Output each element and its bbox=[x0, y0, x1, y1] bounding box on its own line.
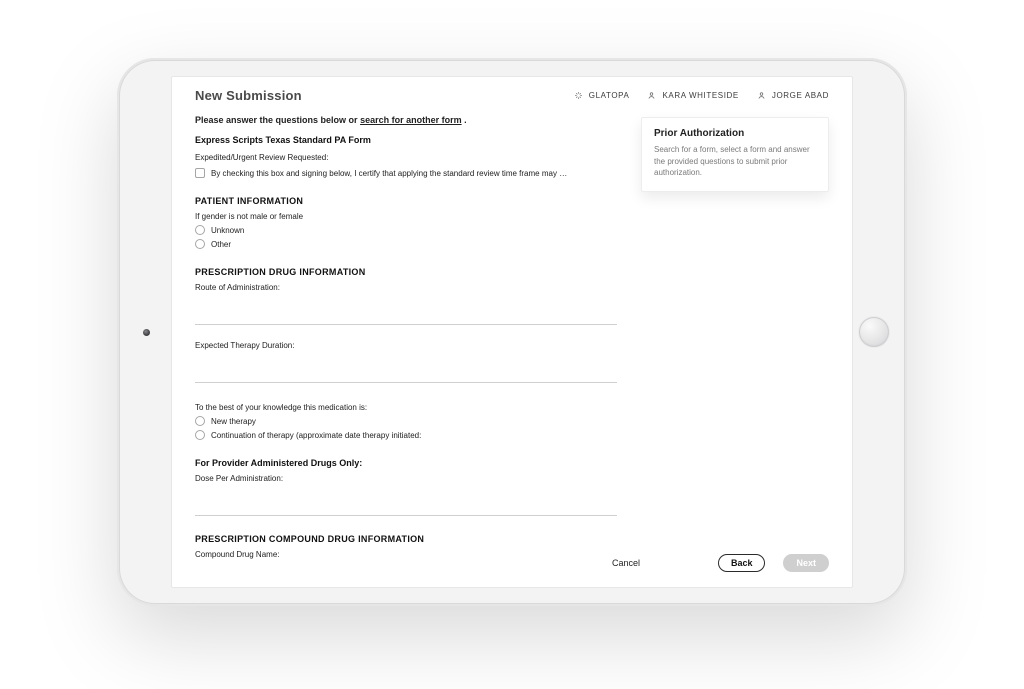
header-chip-member[interactable]: KARA WHITESIDE bbox=[647, 91, 738, 100]
expedited-checkbox-row[interactable]: By checking this box and signing below, … bbox=[195, 168, 617, 178]
dose-label: Dose Per Administration: bbox=[195, 474, 617, 483]
intro-line: Please answer the questions below or sea… bbox=[195, 115, 617, 125]
form-area: Please answer the questions below or sea… bbox=[195, 109, 617, 542]
radio-input[interactable] bbox=[195, 416, 205, 426]
medication-is-options: New therapy Continuation of therapy (app… bbox=[195, 416, 617, 440]
app-screen: New Submission GLATOPA bbox=[171, 76, 853, 588]
intro-prefix: Please answer the questions below or bbox=[195, 115, 360, 125]
tablet-device: New Submission GLATOPA bbox=[117, 58, 907, 606]
footer-actions: Cancel Back Next bbox=[171, 542, 853, 588]
user-icon bbox=[757, 91, 766, 100]
sparkle-icon bbox=[574, 91, 583, 100]
medication-is-option-new[interactable]: New therapy bbox=[195, 416, 617, 426]
medication-is-label: To the best of your knowledge this medic… bbox=[195, 403, 617, 412]
dose-input[interactable] bbox=[195, 505, 617, 516]
option-label: Other bbox=[211, 240, 231, 249]
side-card-title: Prior Authorization bbox=[654, 128, 816, 139]
header-chips: GLATOPA KARA WHITESIDE bbox=[574, 91, 829, 100]
duration-input[interactable] bbox=[195, 372, 617, 383]
expedited-checkbox[interactable] bbox=[195, 168, 205, 178]
option-label: Continuation of therapy (approximate dat… bbox=[211, 431, 421, 440]
intro-suffix: . bbox=[462, 115, 467, 125]
form-title: Express Scripts Texas Standard PA Form bbox=[195, 135, 617, 145]
prior-authorization-card: Prior Authorization Search for a form, s… bbox=[641, 117, 829, 192]
option-label: New therapy bbox=[211, 417, 256, 426]
radio-input[interactable] bbox=[195, 239, 205, 249]
next-button[interactable]: Next bbox=[783, 554, 829, 572]
side-card-text: Search for a form, select a form and ans… bbox=[654, 144, 816, 179]
medication-is-option-continuation[interactable]: Continuation of therapy (approximate dat… bbox=[195, 430, 617, 440]
header-chip-label: GLATOPA bbox=[589, 91, 630, 100]
header-chip-label: KARA WHITESIDE bbox=[662, 91, 738, 100]
section-rx-info: PRESCRIPTION DRUG INFORMATION bbox=[195, 267, 617, 277]
route-label: Route of Administration: bbox=[195, 283, 617, 292]
header-chip-drug[interactable]: GLATOPA bbox=[574, 91, 630, 100]
provider-admin-heading: For Provider Administered Drugs Only: bbox=[195, 458, 617, 468]
tablet-camera bbox=[143, 329, 150, 336]
tablet-home-button[interactable] bbox=[859, 317, 889, 347]
gender-option-other[interactable]: Other bbox=[195, 239, 617, 249]
option-label: Unknown bbox=[211, 226, 244, 235]
expedited-checkbox-text: By checking this box and signing below, … bbox=[211, 169, 571, 178]
app-header: New Submission GLATOPA bbox=[171, 76, 853, 103]
search-another-form-link[interactable]: search for another form bbox=[360, 115, 462, 125]
cancel-link[interactable]: Cancel bbox=[612, 558, 640, 568]
expedited-label: Expedited/Urgent Review Requested: bbox=[195, 153, 617, 162]
gender-option-unknown[interactable]: Unknown bbox=[195, 225, 617, 235]
header-chip-provider[interactable]: JORGE ABAD bbox=[757, 91, 829, 100]
radio-input[interactable] bbox=[195, 430, 205, 440]
duration-label: Expected Therapy Duration: bbox=[195, 341, 617, 350]
page-title: New Submission bbox=[195, 88, 302, 103]
gender-question-label: If gender is not male or female bbox=[195, 212, 617, 221]
header-chip-label: JORGE ABAD bbox=[772, 91, 829, 100]
back-button[interactable]: Back bbox=[718, 554, 766, 572]
section-patient-info: PATIENT INFORMATION bbox=[195, 196, 617, 206]
gender-options: Unknown Other bbox=[195, 225, 617, 249]
user-icon bbox=[647, 91, 656, 100]
route-input[interactable] bbox=[195, 314, 617, 325]
radio-input[interactable] bbox=[195, 225, 205, 235]
